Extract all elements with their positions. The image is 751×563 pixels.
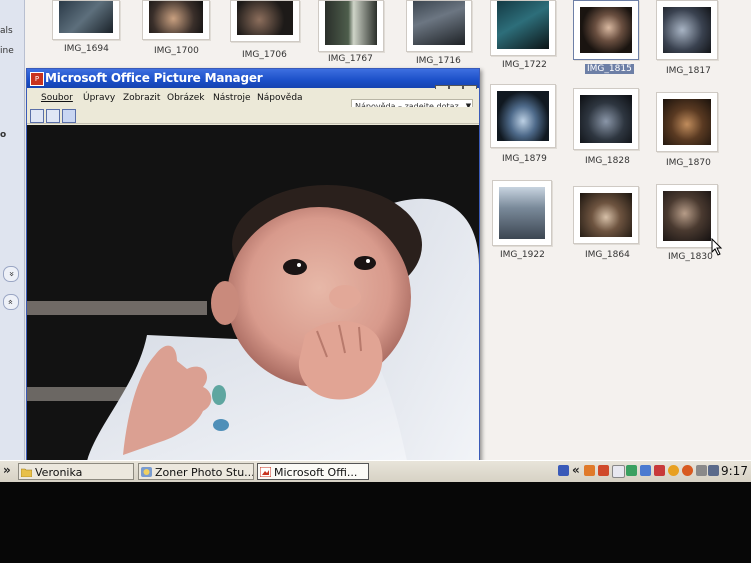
explorer-sidebar: als ine o » » <box>0 0 25 460</box>
thumbnail-photo <box>413 1 465 45</box>
thumbnail-label: IMG_1716 <box>416 56 461 66</box>
thumbnail-label: IMG_1706 <box>242 50 287 60</box>
task-zoner-photo-studio[interactable]: Zoner Photo Stu... <box>138 463 254 480</box>
folder-icon <box>21 468 32 477</box>
system-tray: « 9:17 <box>556 463 751 481</box>
thumbnail-label: IMG_1879 <box>502 154 547 164</box>
task-label: Veronika <box>35 466 83 479</box>
thumbnail-photo <box>497 1 549 49</box>
single-picture-view-icon[interactable] <box>62 109 76 123</box>
task-veronika[interactable]: Veronika <box>18 463 134 480</box>
collapse-chevron-icon[interactable]: » <box>3 294 19 310</box>
thumbnail-label: IMG_1830 <box>668 252 713 262</box>
menu-soubor[interactable]: Soubor <box>41 93 73 103</box>
thumbnail-photo <box>149 1 203 33</box>
menu-zobrazit[interactable]: Zobrazit <box>123 93 160 103</box>
language-cs-icon[interactable] <box>558 465 569 476</box>
thumbnail-photo <box>499 187 545 239</box>
sidebar-fragment: ine <box>0 46 14 56</box>
picture-manager-app-icon: P <box>30 72 44 86</box>
monitor-bezel <box>0 482 751 563</box>
thumbnail-label: IMG_1870 <box>666 158 711 168</box>
thumbnail-label: IMG_1922 <box>500 250 545 260</box>
thumbnail-label: IMG_1864 <box>585 250 630 260</box>
picture-manager-icon <box>260 467 271 477</box>
tray-app-icon[interactable] <box>654 465 665 476</box>
window-titlebar[interactable]: P Microsoft Office Picture Manager <box>27 69 479 88</box>
network-icon[interactable] <box>640 465 651 476</box>
zoner-icon <box>141 467 152 477</box>
clock[interactable]: 9:17 <box>721 464 748 478</box>
view-toolbar <box>27 107 479 124</box>
window-title: Microsoft Office Picture Manager <box>45 71 263 85</box>
menu-obrazek[interactable]: Obrázek <box>167 93 205 103</box>
thumbnail-photo <box>580 193 632 237</box>
firefox-icon[interactable] <box>682 465 693 476</box>
thumbnail-photo <box>59 1 113 33</box>
picture-viewer[interactable] <box>27 125 479 461</box>
taskbar: » Veronika Zoner Photo Stu... Microsoft … <box>0 460 751 482</box>
sidebar-fragment: als <box>0 26 13 36</box>
thumbnail-photo <box>580 7 632 53</box>
thumbnail-photo <box>663 7 711 53</box>
mail-icon[interactable] <box>612 465 625 478</box>
thumbnail-label: IMG_1722 <box>502 60 547 70</box>
menu-nastroje[interactable]: Nástroje <box>213 93 251 103</box>
tray-app-icon[interactable] <box>598 465 609 476</box>
thumbnail-photo <box>497 91 549 141</box>
menu-upravy[interactable]: Úpravy <box>83 93 115 103</box>
taskbar-expand-icon[interactable]: » <box>3 463 11 477</box>
mouse-pointer-icon <box>711 238 723 256</box>
task-label: Zoner Photo Stu... <box>155 466 254 479</box>
thumbnail-photo <box>237 1 293 35</box>
thumbnail-photo <box>325 1 377 45</box>
tray-app-icon[interactable] <box>584 465 595 476</box>
desktop-screen: als ine o » » IMG_1694 IMG_1700 IMG_1706… <box>0 0 751 482</box>
thumbnail-label: IMG_1700 <box>154 46 199 56</box>
tray-app-icon[interactable] <box>668 465 679 476</box>
thumbnail-photo <box>580 95 632 143</box>
thumbnail-label: IMG_1694 <box>64 44 109 54</box>
tray-app-icon[interactable] <box>696 465 707 476</box>
thumbnail-label: IMG_1815 <box>585 64 634 74</box>
tray-app-icon[interactable] <box>626 465 637 476</box>
baby-photo <box>27 125 479 461</box>
filmstrip-view-icon[interactable] <box>46 109 60 123</box>
thumbnail-photo <box>663 99 711 145</box>
tray-toggle-icon[interactable]: « <box>572 463 580 477</box>
picture-manager-window[interactable]: P Microsoft Office Picture Manager _ □ ×… <box>26 68 480 462</box>
thumbnail-label: IMG_1767 <box>328 54 373 64</box>
thumbnail-label: IMG_1817 <box>666 66 711 76</box>
task-label: Microsoft Offi... <box>274 466 358 479</box>
sidebar-fragment: o <box>0 130 7 140</box>
thumbnail-view-icon[interactable] <box>30 109 44 123</box>
expand-chevron-icon[interactable]: » <box>3 266 19 282</box>
thumbnail-photo <box>663 191 711 241</box>
thumbnail-label: IMG_1828 <box>585 156 630 166</box>
volume-icon[interactable] <box>708 465 719 476</box>
task-microsoft-office-picture-manager[interactable]: Microsoft Offi... <box>257 463 369 480</box>
menu-napoveda[interactable]: Nápověda <box>257 93 303 103</box>
